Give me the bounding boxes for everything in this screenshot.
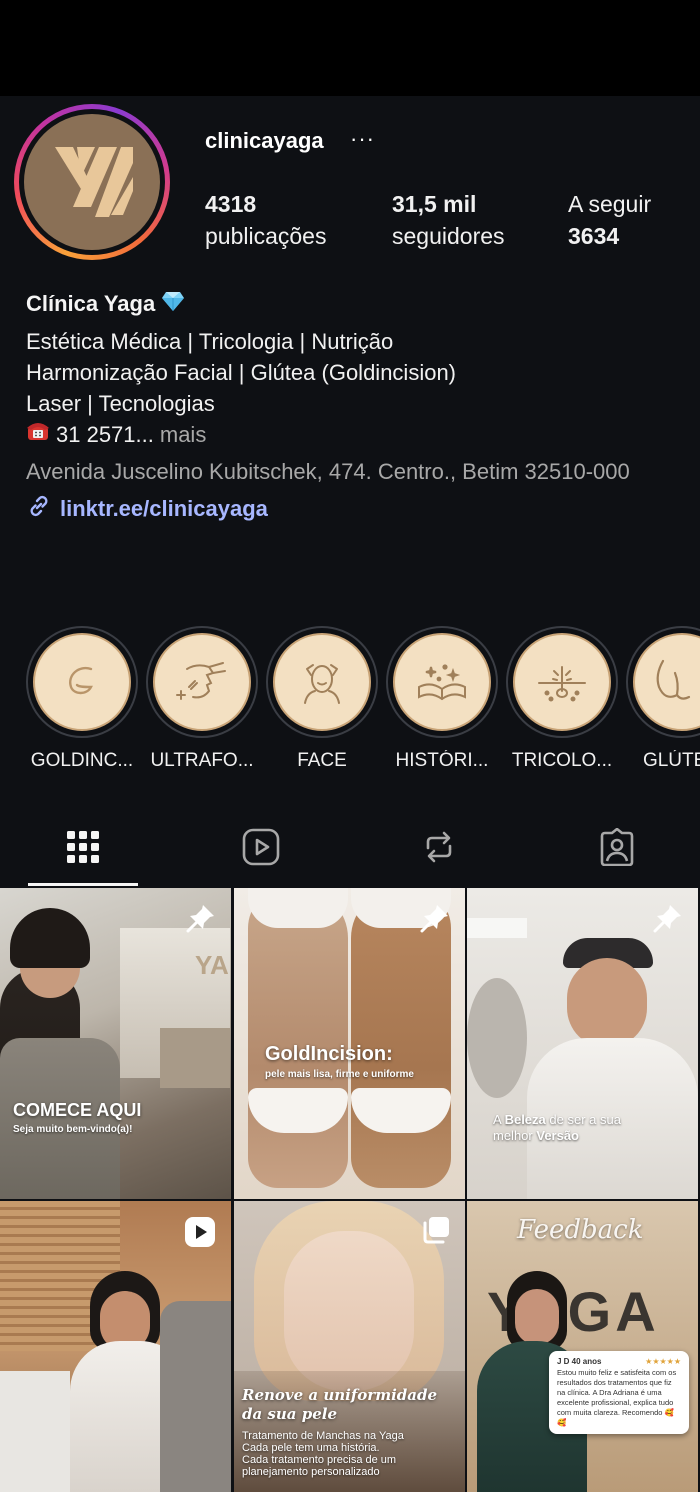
bio-line-1: Estética Médica | Tricologia | Nutrição	[26, 329, 394, 354]
profile-screen: clinicayaga ··· 4318 publicações 31,5 mi…	[0, 96, 700, 1492]
phone-number: 31 2571...	[56, 422, 154, 447]
posts-count-value: 4318	[205, 191, 257, 217]
bio-address[interactable]: Avenida Juscelino Kubitschek, 474. Centr…	[26, 456, 686, 487]
profile-username[interactable]: clinicayaga	[205, 128, 324, 154]
highlight-label: HISTÓRI...	[395, 750, 489, 771]
active-tab-indicator	[28, 883, 138, 886]
highlight-goldincision[interactable]: GOLDINC...	[26, 626, 138, 772]
display-name-text: Clínica Yaga	[26, 291, 156, 316]
post-tile[interactable]	[0, 1201, 231, 1492]
carousel-icon	[423, 1217, 449, 1244]
review-text: Estou muito feliz e satisfeita com os re…	[557, 1368, 677, 1427]
highlight-label: ULTRAFO...	[150, 750, 254, 771]
gem-icon	[161, 290, 185, 318]
highlight-tricologia[interactable]: TRICOLO...	[506, 626, 618, 772]
highlight-label: GLÚTEO	[642, 750, 700, 771]
link-icon	[26, 493, 52, 525]
telephone-icon	[26, 419, 50, 450]
story-highlights: GOLDINC... ULTRAFO... FACE HISTÓRI... TR…	[0, 626, 700, 776]
post-subtitle: pele mais lisa, firme e uniforme	[265, 1069, 414, 1080]
bio-line-2: Harmonização Facial | Glútea (Goldincisi…	[26, 360, 456, 385]
profile-avatar[interactable]	[14, 104, 170, 260]
clinic-logo	[24, 114, 160, 250]
review-card: J D 40 anos ★★★★★ Estou muito feliz e sa…	[549, 1351, 689, 1434]
feedback-script-title: Feedback	[517, 1215, 644, 1245]
status-bar	[0, 0, 700, 96]
posts-count-label: publicações	[205, 223, 327, 249]
pin-icon	[186, 905, 214, 933]
post-subtitle: Seja muito bem-vindo(a)!	[13, 1124, 133, 1135]
review-stars: ★★★★★	[645, 1357, 681, 1366]
post-tile[interactable]: YA COMECE AQUI Seja muito bem-vindo(a)!	[0, 888, 231, 1199]
post-tile[interactable]: Feedback YAGA J D 40 anos ★★★★★ Estou mu…	[467, 1201, 698, 1492]
post-tile[interactable]: Renove a uniformidade da sua pele Tratam…	[234, 1201, 465, 1492]
bio-more-link[interactable]: mais	[160, 419, 206, 450]
post-tile[interactable]: A Beleza de ser a sua melhor Versão	[467, 888, 698, 1199]
bio-phone: 31 2571... mais	[26, 419, 686, 450]
bio-display-name: Clínica Yaga	[26, 290, 686, 318]
profile-tabs	[0, 808, 700, 886]
review-author: J D 40 anos	[557, 1357, 602, 1366]
posts-grid: YA COMECE AQUI Seja muito bem-vindo(a)! …	[0, 888, 700, 1492]
post-title-line-1: Renove a uniformidade	[242, 1386, 438, 1404]
post-body: Tratamento de Manchas na Yaga Cada pele …	[242, 1430, 404, 1478]
posts-count[interactable]: 4318 publicações	[205, 188, 326, 252]
pin-icon	[653, 905, 681, 933]
gluteus-icon	[656, 659, 691, 700]
post-caption: A Beleza de ser a sua melhor Versão	[493, 1112, 621, 1143]
highlight-label: TRICOLO...	[511, 750, 613, 771]
following-count-value: 3634	[568, 223, 620, 249]
highlight-label: FACE	[297, 750, 347, 771]
highlight-ultraformer[interactable]: ULTRAFO...	[146, 626, 258, 772]
post-title-line-2: da sua pele	[242, 1405, 337, 1423]
reels-icon	[242, 828, 280, 866]
more-options-icon[interactable]: ···	[350, 126, 375, 152]
reel-play-icon	[185, 1217, 215, 1247]
open-book-icon	[418, 664, 466, 701]
repost-icon	[426, 831, 452, 863]
profile-bio: Clínica Yaga Estética Médica | Tricologi…	[26, 290, 686, 525]
tab-reels[interactable]	[206, 808, 316, 886]
following-count-label: A seguir	[568, 191, 652, 217]
grid-icon	[67, 831, 99, 863]
post-title: GoldIncision:	[265, 1043, 393, 1065]
hair-follicle-icon	[538, 666, 586, 702]
post-title: COMECE AQUI	[13, 1100, 142, 1120]
highlight-face[interactable]: FACE	[266, 626, 378, 772]
bio-website-link[interactable]: linktr.ee/clinicayaga	[26, 493, 686, 525]
highlight-gluteo[interactable]: GLÚTEO	[626, 626, 700, 772]
pin-icon	[420, 905, 448, 933]
highlight-label: GOLDINC...	[30, 750, 134, 771]
face-massage-icon	[304, 664, 340, 704]
tab-posts-grid[interactable]	[28, 808, 138, 886]
followers-count[interactable]: 31,5 mil seguidores	[392, 188, 505, 252]
following-count[interactable]: A seguir 3634	[568, 188, 651, 252]
clinic-wall-logo: YA	[195, 950, 229, 980]
post-tile[interactable]: GoldIncision: pele mais lisa, firme e un…	[234, 888, 465, 1199]
followers-count-value: 31,5 mil	[392, 191, 477, 217]
tab-tagged[interactable]	[562, 808, 672, 886]
highlight-historias[interactable]: HISTÓRI...	[386, 626, 498, 772]
bio-line-3: Laser | Tecnologias	[26, 391, 215, 416]
website-link-text: linktr.ee/clinicayaga	[60, 496, 268, 521]
tagged-user-icon	[600, 828, 634, 866]
tab-reposts[interactable]	[384, 808, 494, 886]
swirl-g-icon	[69, 666, 93, 695]
face-profile-icon	[176, 662, 226, 700]
followers-count-label: seguidores	[392, 223, 505, 249]
